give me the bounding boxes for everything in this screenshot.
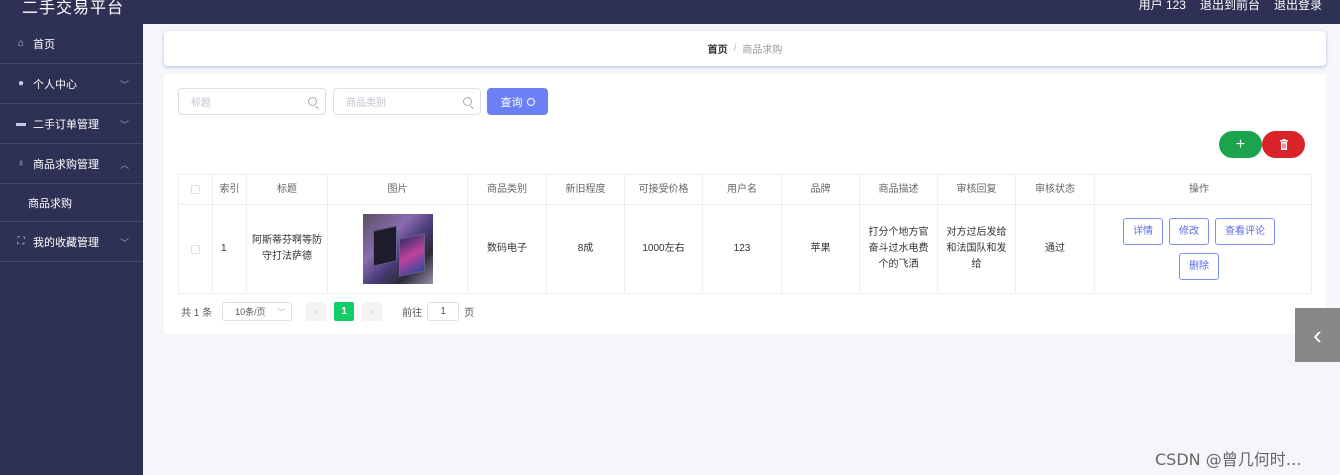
breadcrumb: 首页 / 商品求购 [164, 31, 1326, 66]
trash-icon [1279, 139, 1288, 150]
column-header: 操作 [1189, 183, 1209, 195]
table-header: 索引 标题 图片 商品类别 新旧程度 可接受价格 用户名 品牌 商品描述 审核回… [179, 175, 1311, 205]
table-row: 1 阿斯蒂芬啊等防守打法萨德 数码电子 8成 1000左右 123 苹果 打分个… [179, 205, 1311, 293]
chevron-up-icon: ︿ [119, 160, 129, 170]
chevron-down-icon: ﹀ [119, 238, 129, 248]
document-icon: ▬ [16, 118, 26, 129]
column-header: 可接受价格 [625, 175, 703, 204]
search-icon [308, 97, 317, 106]
column-header: 索引 [213, 175, 247, 204]
status-cell: 通过 [1016, 205, 1095, 293]
next-page-button[interactable]: › [362, 302, 383, 321]
column-header: 审核状态 [1016, 175, 1095, 204]
row-checkbox[interactable] [191, 244, 200, 254]
page-size-select[interactable]: 10条/页 ﹀ [222, 302, 293, 321]
image-cell [328, 205, 468, 293]
column-header: 品牌 [782, 175, 860, 204]
main-content: 标题 商品类别 查询 + 索引 标题 图片 商品类别 新旧程度 可接受价格 用户… [164, 74, 1326, 334]
product-image[interactable] [362, 214, 433, 284]
index-cell: 1 [213, 205, 247, 293]
row-select-cell [179, 205, 213, 293]
title-search-input[interactable]: 标题 [178, 88, 326, 115]
column-header: 图片 [328, 175, 468, 204]
chevron-down-icon: ﹀ [119, 120, 129, 130]
sidebar: ⌂ 首页 ● 个人中心 ﹀ ▬ 二手订单管理 ﹀ ♁ 商品求购管理 ︿ 商品求购… [0, 24, 143, 475]
microphone-icon: ♁ [17, 158, 25, 169]
batch-delete-button[interactable] [1262, 131, 1305, 158]
username-cell: 123 [703, 205, 782, 293]
pagination: 共 1 条 10条/页 ﹀ ‹ 1 › 前往 1 页 [181, 302, 474, 321]
bookmark-icon: ⛶ [17, 236, 25, 247]
current-user: 用户 123 [1138, 0, 1186, 12]
panel-toggle-button[interactable]: ‹ [1295, 308, 1340, 362]
column-header: 标题 [247, 175, 328, 204]
breadcrumb-home[interactable]: 首页 [708, 41, 728, 56]
category-cell: 数码电子 [468, 205, 547, 293]
sidebar-subitem-label: 商品求购 [28, 197, 72, 210]
column-header: 用户名 [703, 175, 782, 204]
title-search-placeholder: 标题 [191, 98, 211, 109]
select-all-cell [179, 175, 213, 204]
detail-button[interactable]: 详情 [1123, 218, 1163, 245]
back-to-front-link[interactable]: 退出到前台 [1200, 0, 1260, 13]
operations-cell: 详情 修改 查看评论 删除 [1095, 205, 1303, 293]
watermark: CSDN @曾几何时… [1155, 450, 1302, 469]
add-button[interactable]: + [1219, 131, 1262, 158]
top-bar: 二手交易平台 用户 123 退出到前台 退出登录 [0, 0, 1340, 24]
sidebar-item-label: 首页 [33, 38, 55, 51]
breadcrumb-current: 商品求购 [742, 45, 783, 56]
app-title: 二手交易平台 [22, 0, 125, 17]
page-suffix: 页 [464, 308, 475, 319]
goto-page-input[interactable]: 1 [427, 302, 460, 321]
category-search-placeholder: 商品类别 [346, 98, 386, 109]
query-button[interactable]: 查询 [487, 88, 548, 115]
logout-link[interactable]: 退出登录 [1274, 0, 1322, 13]
page-number-button[interactable]: 1 [334, 302, 355, 321]
edit-button[interactable]: 修改 [1169, 218, 1209, 245]
user-icon: ● [17, 78, 25, 89]
plus-icon: + [1235, 135, 1246, 153]
sidebar-item-label: 个人中心 [33, 78, 77, 91]
category-search-input[interactable]: 商品类别 [333, 88, 481, 115]
wanted-goods-table: 索引 标题 图片 商品类别 新旧程度 可接受价格 用户名 品牌 商品描述 审核回… [178, 174, 1312, 294]
column-header: 商品类别 [468, 175, 547, 204]
sidebar-item-personal-center[interactable]: ● 个人中心 ﹀ [0, 64, 143, 104]
sidebar-item-label: 我的收藏管理 [33, 236, 99, 249]
view-comments-button[interactable]: 查看评论 [1215, 218, 1275, 245]
sidebar-item-favorites[interactable]: ⛶ 我的收藏管理 ﹀ [0, 222, 143, 262]
brand-cell: 苹果 [782, 205, 860, 293]
condition-cell: 8成 [547, 205, 625, 293]
total-count: 共 1 条 [181, 308, 213, 319]
chevron-left-icon: ‹ [1313, 319, 1322, 350]
breadcrumb-separator: / [733, 43, 737, 54]
goto-label: 前往 [402, 308, 423, 319]
search-icon [526, 97, 535, 106]
chevron-down-icon: ﹀ [277, 308, 286, 317]
page-size-value: 10条/页 [235, 307, 266, 317]
prev-page-button[interactable]: ‹ [306, 302, 327, 321]
query-button-label: 查询 [500, 96, 523, 109]
title-cell: 阿斯蒂芬啊等防守打法萨德 [247, 205, 328, 293]
description-cell: 打分个地方官奋斗过水电费个的飞洒 [860, 205, 938, 293]
select-all-checkbox[interactable] [191, 185, 200, 194]
home-icon: ⌂ [17, 38, 25, 49]
top-bar-actions: 用户 123 退出到前台 退出登录 [1139, 0, 1322, 13]
column-header: 新旧程度 [547, 175, 625, 204]
reply-cell: 对方过后发给和法国队和发给 [938, 205, 1016, 293]
sidebar-item-label: 二手订单管理 [33, 118, 99, 131]
sidebar-item-home[interactable]: ⌂ 首页 [0, 24, 143, 64]
sidebar-item-label: 商品求购管理 [33, 158, 99, 171]
search-icon [463, 97, 472, 106]
sidebar-item-wanted[interactable]: ♁ 商品求购管理 ︿ [0, 144, 143, 184]
price-cell: 1000左右 [625, 205, 703, 293]
chevron-down-icon: ﹀ [119, 80, 129, 90]
delete-row-button[interactable]: 删除 [1179, 253, 1219, 280]
column-header: 审核回复 [938, 175, 1016, 204]
column-header: 商品描述 [860, 175, 938, 204]
sidebar-item-orders[interactable]: ▬ 二手订单管理 ﹀ [0, 104, 143, 144]
sidebar-subitem-wanted[interactable]: 商品求购 [0, 184, 143, 222]
